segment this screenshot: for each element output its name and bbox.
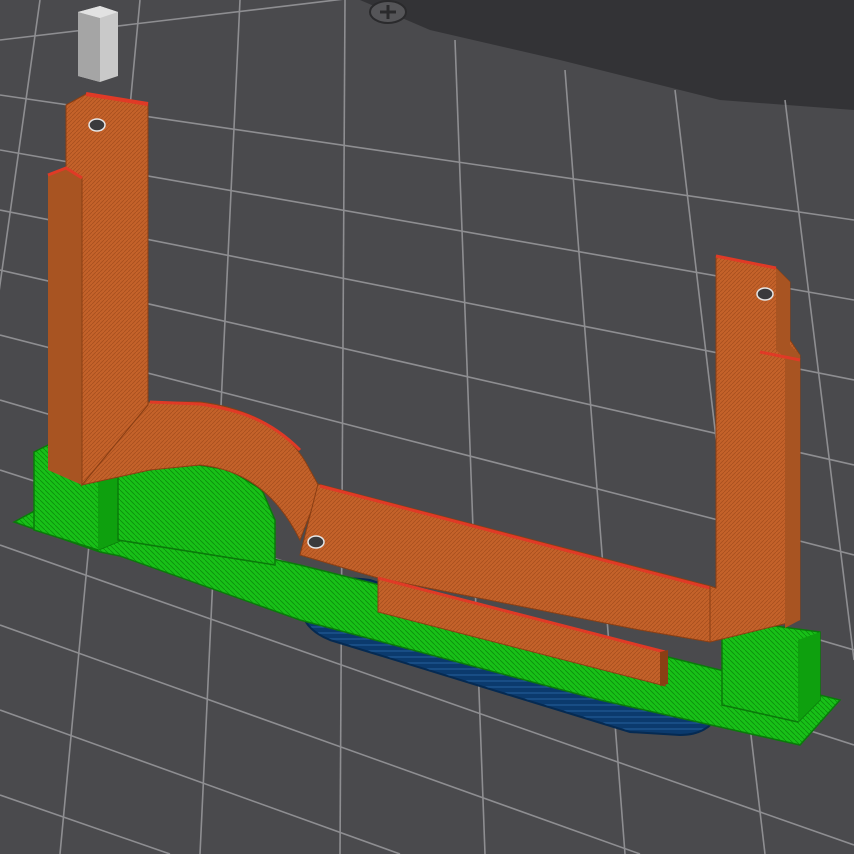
hole-icon [307, 535, 325, 549]
screw-head-icon [369, 0, 407, 24]
wipe-tower [78, 6, 118, 82]
hole-icon [756, 287, 774, 301]
3d-preview-viewport[interactable] [0, 0, 854, 854]
support-block-right [721, 621, 821, 723]
hole-icon [88, 118, 106, 132]
